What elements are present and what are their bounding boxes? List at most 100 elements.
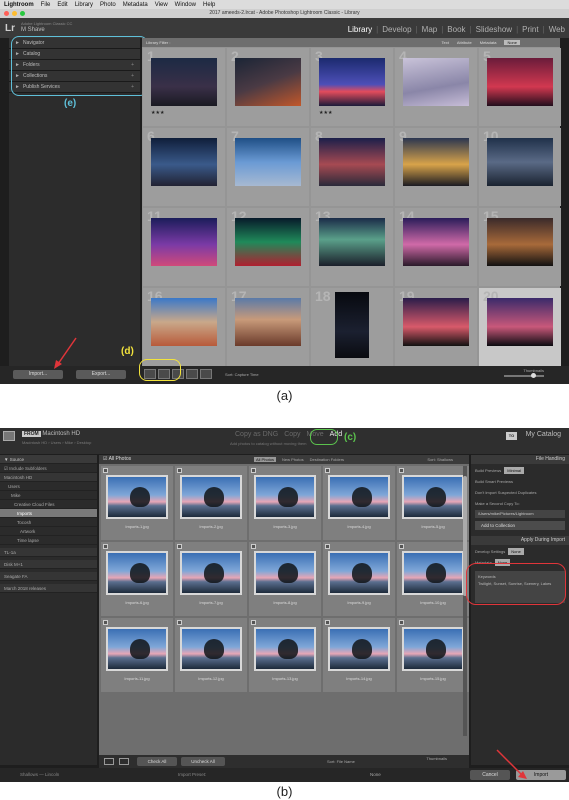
import-thumbnail-cell[interactable]: Imports-5.jpg xyxy=(397,466,469,540)
import-thumbnail-cell[interactable]: Imports-8.jpg xyxy=(249,542,321,616)
menu-photo[interactable]: Photo xyxy=(100,2,116,8)
menu-help[interactable]: Help xyxy=(203,2,215,8)
photo-thumbnail[interactable] xyxy=(235,298,301,346)
photo-thumbnail[interactable] xyxy=(403,218,469,266)
module-slideshow[interactable]: Slideshow xyxy=(476,25,512,34)
filter-none[interactable]: None xyxy=(504,40,520,45)
photo-thumbnail[interactable] xyxy=(151,58,217,106)
grid-cell[interactable]: 14 xyxy=(395,208,477,286)
menu-library[interactable]: Library xyxy=(75,2,93,8)
import-thumbnail-cell[interactable]: Imports-7.jpg xyxy=(175,542,247,616)
import-thumbnail-cell[interactable]: Imports-4.jpg xyxy=(323,466,395,540)
develop-settings-row[interactable]: Develop Settings None xyxy=(471,547,569,556)
source-folder-imports[interactable]: Imports xyxy=(0,509,97,518)
minimize-window-button[interactable] xyxy=(12,11,17,16)
loupe-view-icon[interactable] xyxy=(119,758,129,765)
source-header[interactable]: ▼ Source xyxy=(0,455,97,464)
menu-edit[interactable]: Edit xyxy=(57,2,67,8)
grid-cell[interactable]: 9 xyxy=(395,128,477,206)
photo-thumbnail[interactable] xyxy=(403,298,469,346)
photo-thumbnail[interactable] xyxy=(151,138,217,186)
photo-thumbnail[interactable] xyxy=(328,627,390,671)
preview-scrollbar[interactable] xyxy=(463,466,467,736)
grid-cell[interactable]: 5 xyxy=(479,48,561,126)
build-previews-row[interactable]: Build Previews Minimal xyxy=(471,466,569,475)
thumbnail-size-slider[interactable] xyxy=(504,373,544,378)
module-develop[interactable]: Develop xyxy=(382,25,411,34)
import-thumbnail-cell[interactable]: Imports-3.jpg xyxy=(249,466,321,540)
grid-cell[interactable]: 4 xyxy=(395,48,477,126)
dont-import-duplicates-checkbox[interactable]: Don't Import Suspected Duplicates xyxy=(471,488,569,497)
filter-metadata[interactable]: Metadata xyxy=(480,40,497,45)
source-folder-users[interactable]: Users xyxy=(0,482,97,491)
import-thumbnail-cell[interactable]: Imports-6.jpg xyxy=(101,542,173,616)
grid-cell[interactable]: 6 xyxy=(143,128,225,206)
photo-thumbnail[interactable] xyxy=(235,58,301,106)
include-checkbox[interactable] xyxy=(325,544,330,549)
photo-thumbnail[interactable] xyxy=(487,218,553,266)
photo-thumbnail[interactable] xyxy=(487,58,553,106)
import-thumbnail-cell[interactable]: Imports-9.jpg xyxy=(323,542,395,616)
tab-all-photos[interactable]: All Photos xyxy=(254,457,277,462)
grid-cell[interactable]: 10 xyxy=(479,128,561,206)
second-copy-path[interactable]: /Users/mike/Pictures/Lightroom xyxy=(475,510,565,518)
grid-cell[interactable]: 19 xyxy=(395,288,477,366)
import-thumbnail-cell[interactable]: Imports-14.jpg xyxy=(323,618,395,692)
photo-thumbnail[interactable] xyxy=(487,138,553,186)
tab-destination-folders[interactable]: Destination Folders xyxy=(310,457,344,462)
grid-cell[interactable]: 13 xyxy=(311,208,393,286)
mode-copy-dng[interactable]: Copy as DNG xyxy=(235,431,278,438)
grid-view-icon[interactable] xyxy=(104,758,114,765)
source-folder-tocosh[interactable]: Tocosh xyxy=(0,518,97,527)
check-all-button[interactable]: Check All xyxy=(137,757,177,766)
menu-lightroom[interactable]: Lightroom xyxy=(4,2,34,8)
grid-cell[interactable]: 16 xyxy=(143,288,225,366)
include-checkbox[interactable] xyxy=(399,620,404,625)
smart-previews-checkbox[interactable]: Build Smart Previews xyxy=(471,477,569,486)
photo-thumbnail[interactable] xyxy=(328,551,390,595)
include-checkbox[interactable] xyxy=(177,468,182,473)
module-print[interactable]: Print xyxy=(522,25,538,34)
import-thumbnail-cell[interactable]: Imports-2.jpg xyxy=(175,466,247,540)
star-rating-icon[interactable]: ★★★ xyxy=(319,110,332,116)
photo-thumbnail[interactable] xyxy=(106,475,168,519)
include-checkbox[interactable] xyxy=(103,544,108,549)
import-preset-value[interactable]: None xyxy=(370,772,381,777)
star-rating-icon[interactable]: ★★★ xyxy=(151,110,164,116)
mode-copy[interactable]: Copy xyxy=(284,431,300,438)
source-folder-timelapse[interactable]: Time lapse xyxy=(0,536,97,545)
menu-metadata[interactable]: Metadata xyxy=(123,2,148,8)
photo-thumbnail[interactable] xyxy=(254,627,316,671)
export-button[interactable]: Export... xyxy=(76,370,126,379)
module-web[interactable]: Web xyxy=(549,25,565,34)
add-to-collection-row[interactable]: Add to Collection xyxy=(475,521,565,530)
include-subfolders-checkbox[interactable]: ☑ Include Subfolders xyxy=(0,464,97,473)
filter-text[interactable]: Text xyxy=(442,40,449,45)
import-thumbnail-cell[interactable]: Imports-1.jpg xyxy=(101,466,173,540)
source-folder-mike[interactable]: Mike xyxy=(0,491,97,500)
photo-thumbnail[interactable] xyxy=(328,475,390,519)
photo-thumbnail[interactable] xyxy=(106,551,168,595)
second-copy-checkbox[interactable]: Make a Second Copy To: xyxy=(471,499,569,508)
photo-thumbnail[interactable] xyxy=(235,138,301,186)
photo-thumbnail[interactable] xyxy=(403,58,469,106)
photo-thumbnail[interactable] xyxy=(151,298,217,346)
photo-thumbnail[interactable] xyxy=(180,627,242,671)
photo-thumbnail[interactable] xyxy=(180,475,242,519)
sort-control[interactable]: Sort: Capture Time xyxy=(225,372,259,377)
import-thumbnail-cell[interactable]: Imports-11.jpg xyxy=(101,618,173,692)
apply-during-import-header[interactable]: Apply During Import xyxy=(471,536,569,545)
preview-sort[interactable]: Sort: Shallows xyxy=(427,457,453,462)
module-book[interactable]: Book xyxy=(447,25,465,34)
source-folder-artwork[interactable]: Artwork xyxy=(0,527,97,536)
photo-thumbnail[interactable] xyxy=(106,627,168,671)
file-handling-header[interactable]: File Handling xyxy=(471,455,569,464)
photo-thumbnail[interactable] xyxy=(319,58,385,106)
include-checkbox[interactable] xyxy=(251,544,256,549)
from-source[interactable]: FROM Macintosh HD xyxy=(22,431,80,437)
photo-thumbnail[interactable] xyxy=(319,138,385,186)
grid-cell[interactable]: 1 ★★★ xyxy=(143,48,225,126)
bottom-sort-control[interactable]: Sort: File Name xyxy=(327,759,355,764)
source-volume-1[interactable]: TL-1a xyxy=(0,548,97,557)
include-checkbox[interactable] xyxy=(251,468,256,473)
